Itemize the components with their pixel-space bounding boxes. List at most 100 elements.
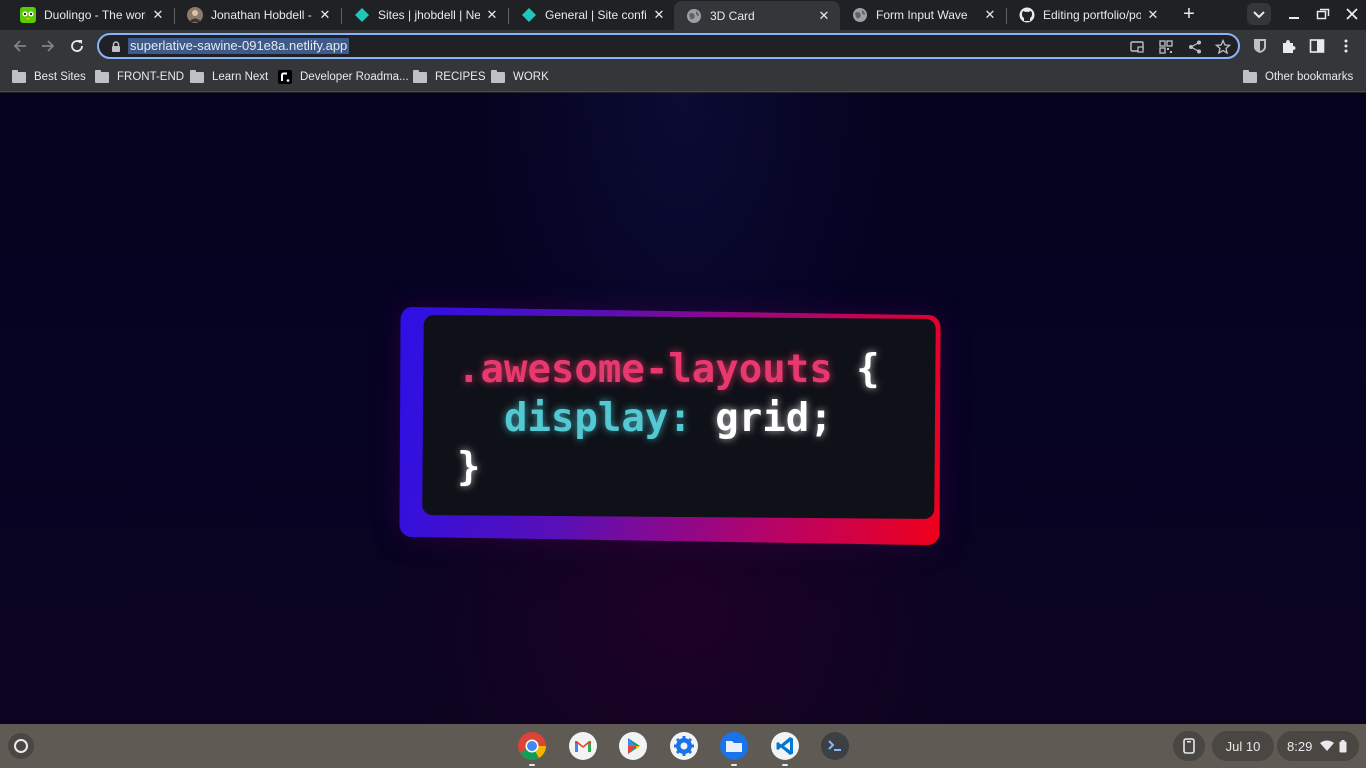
chrome-app[interactable] — [516, 730, 548, 762]
cast-icon[interactable] — [1129, 39, 1145, 55]
bookmark-label: RECIPES — [435, 71, 486, 83]
duolingo-icon — [20, 7, 36, 23]
lock-icon[interactable] — [111, 40, 121, 58]
folder-icon — [95, 69, 109, 83]
bookmark-developer-roadmaps[interactable]: Developer Roadma... — [278, 68, 409, 86]
code-selector: .awesome-layouts — [457, 347, 833, 392]
tab-search-button[interactable] — [1247, 3, 1271, 25]
play-store-app[interactable] — [617, 730, 649, 762]
forward-button[interactable] — [36, 34, 60, 58]
arrow-right-icon — [42, 40, 55, 52]
roadmap-icon — [278, 70, 292, 84]
tab-netlify-sites[interactable]: Sites | jhobdell | Netlif ✕ — [342, 2, 508, 28]
launcher-button[interactable] — [8, 733, 34, 759]
minimize-icon — [1289, 17, 1299, 19]
bitwarden-icon[interactable] — [1252, 38, 1268, 54]
bookmark-best-sites[interactable]: Best Sites — [12, 68, 86, 86]
page-viewport: .awesome-layouts { display: grid; } — [0, 93, 1366, 724]
running-indicator — [529, 764, 535, 766]
share-icon[interactable] — [1187, 39, 1203, 55]
gmail-icon — [569, 732, 597, 760]
back-button[interactable] — [8, 34, 32, 58]
tab-3d-card[interactable]: 3D Card ✕ — [674, 1, 840, 30]
bookmark-label: FRONT-END — [117, 71, 185, 83]
url-text[interactable]: superlative-sawine-091e8a.netlify.app — [128, 38, 350, 54]
tab-title: Duolingo - The world's — [44, 8, 146, 22]
tab-github-editing[interactable]: Editing portfolio/post ✕ — [1007, 2, 1169, 28]
tab-title: Jonathan Hobdell - Pa — [211, 8, 313, 22]
close-icon[interactable]: ✕ — [816, 8, 832, 24]
bookmark-learn-next[interactable]: Learn Next — [190, 68, 268, 86]
reload-icon — [71, 40, 83, 52]
settings-app[interactable] — [668, 730, 700, 762]
tab-form-input-wave[interactable]: Form Input Wave ✕ — [840, 2, 1006, 28]
status-tray[interactable]: 8:29 — [1277, 731, 1359, 761]
files-icon — [720, 732, 748, 760]
vscode-app[interactable] — [769, 730, 801, 762]
close-icon[interactable]: ✕ — [484, 7, 500, 23]
close-icon[interactable]: ✕ — [317, 7, 333, 23]
chrome-icon — [518, 732, 546, 760]
wifi-icon — [1320, 740, 1335, 751]
more-options-icon[interactable] — [1338, 38, 1354, 54]
qr-code-icon[interactable] — [1158, 39, 1174, 55]
close-icon[interactable]: ✕ — [651, 7, 667, 23]
phone-hub-button[interactable] — [1173, 731, 1205, 761]
terminal-app[interactable] — [819, 730, 851, 762]
reload-button[interactable] — [65, 34, 89, 58]
running-indicator — [731, 764, 737, 766]
date-tray[interactable]: Jul 10 — [1212, 731, 1274, 761]
other-bookmarks[interactable]: Other bookmarks — [1243, 68, 1353, 86]
avatar-icon — [187, 7, 203, 23]
netlify-icon — [354, 7, 370, 23]
side-panel-icon[interactable] — [1309, 38, 1325, 54]
minimize-button[interactable] — [1284, 5, 1304, 23]
tab-jonathan-hobdell[interactable]: Jonathan Hobdell - Pa ✕ — [175, 2, 341, 28]
code-snippet: .awesome-layouts { display: grid; } — [457, 345, 880, 492]
bookmark-label: Learn Next — [212, 71, 269, 83]
close-icon[interactable]: ✕ — [982, 7, 998, 23]
bookmark-work[interactable]: WORK — [491, 68, 549, 86]
close-icon[interactable]: ✕ — [150, 7, 166, 23]
other-bookmarks-label: Other bookmarks — [1265, 71, 1354, 83]
browser-toolbar: superlative-sawine-091e8a.netlify.app — [0, 30, 1366, 62]
settings-icon — [670, 732, 698, 760]
chevron-down-icon — [1253, 11, 1265, 19]
system-shelf: Jul 10 8:29 — [0, 724, 1366, 768]
star-icon[interactable] — [1215, 39, 1231, 55]
netlify-icon — [521, 7, 537, 23]
gmail-app[interactable] — [567, 730, 599, 762]
restore-button[interactable] — [1313, 5, 1333, 23]
code-open-brace: { — [832, 347, 880, 392]
code-close-brace: } — [457, 445, 481, 490]
arrow-left-icon — [13, 40, 26, 52]
time-text: 8:29 — [1287, 738, 1313, 754]
restore-icon — [1316, 8, 1330, 20]
phone-icon — [1183, 738, 1195, 754]
running-indicator — [782, 764, 788, 766]
code-property: display: — [503, 396, 692, 441]
close-window-button[interactable] — [1342, 5, 1362, 23]
globe-icon — [686, 8, 702, 24]
tab-title: Sites | jhobdell | Netlif — [378, 8, 480, 22]
bookmark-label: Developer Roadma... — [300, 71, 409, 83]
tab-title: Editing portfolio/post — [1043, 8, 1141, 22]
tab-title: General | Site configu — [545, 8, 647, 22]
bookmark-front-end[interactable]: FRONT-END — [95, 68, 184, 86]
tab-netlify-general[interactable]: General | Site configu ✕ — [509, 2, 675, 28]
play-store-icon — [619, 732, 647, 760]
folder-icon — [491, 69, 505, 83]
bookmark-recipes[interactable]: RECIPES — [413, 68, 486, 86]
address-bar[interactable]: superlative-sawine-091e8a.netlify.app — [97, 33, 1240, 59]
puzzle-icon[interactable] — [1280, 38, 1296, 54]
new-tab-button[interactable]: + — [1178, 4, 1200, 26]
launcher-icon — [14, 739, 28, 753]
github-icon — [1019, 7, 1035, 23]
terminal-icon — [821, 732, 849, 760]
close-icon[interactable]: ✕ — [1145, 7, 1161, 23]
folder-icon — [413, 69, 427, 83]
tab-duolingo[interactable]: Duolingo - The world's ✕ — [8, 2, 174, 28]
folder-icon — [12, 69, 26, 83]
files-app[interactable] — [718, 730, 750, 762]
